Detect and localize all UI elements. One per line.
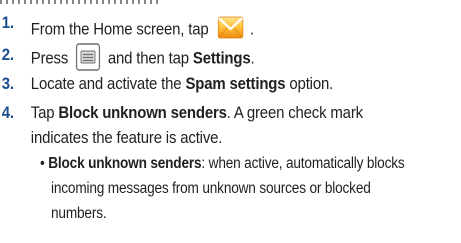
step-text-before: From the Home screen, tap bbox=[30, 19, 209, 39]
step-text-after: . A green check mark bbox=[226, 103, 363, 122]
step-number: 4. bbox=[1, 103, 14, 122]
bullet-item: • Block unknown senders: when active, au… bbox=[40, 155, 405, 173]
step-text-before: Press bbox=[30, 48, 69, 68]
step-text: indicates the feature is active. bbox=[30, 128, 223, 147]
step-text-after: option. bbox=[289, 74, 334, 93]
step-number: 2. bbox=[1, 45, 14, 64]
instruction-page: 1. From the Home screen, tap . 2. Press … bbox=[0, 0, 461, 243]
step-text: Tap Block unknown senders. A green check… bbox=[31, 103, 363, 123]
cropped-text-fragment bbox=[0, 0, 160, 4]
bullet-description: : when active, automatically blocks bbox=[201, 155, 405, 172]
block-unknown-senders-label: Block unknown senders bbox=[58, 103, 227, 122]
messaging-envelope-icon bbox=[216, 10, 246, 44]
cropped-previous-line bbox=[0, 0, 461, 4]
menu-key-icon bbox=[75, 43, 101, 71]
spam-settings-label: Spam settings bbox=[185, 74, 286, 93]
step-text-middle: and then tap bbox=[107, 48, 189, 68]
bullet-term: Block unknown senders bbox=[48, 155, 202, 172]
step-text-before: Locate and activate the bbox=[30, 74, 182, 93]
bullet-continuation: numbers. bbox=[51, 205, 107, 223]
bullet-symbol: • bbox=[40, 155, 45, 172]
step-text-after: . bbox=[249, 19, 254, 39]
step-text-before: Tap bbox=[30, 103, 55, 122]
step-text: Press and then tap Settings. bbox=[30, 43, 255, 73]
bullet-continuation: incoming messages from unknown sources o… bbox=[51, 180, 371, 198]
step-number: 1. bbox=[1, 13, 14, 32]
bullet-description-line3: numbers. bbox=[51, 205, 107, 222]
bullet-description-line2: incoming messages from unknown sources o… bbox=[51, 180, 371, 197]
step-text-after: . bbox=[250, 48, 255, 68]
step-text: From the Home screen, tap . bbox=[31, 13, 254, 47]
settings-label: Settings bbox=[192, 48, 251, 68]
step-number: 3. bbox=[1, 74, 14, 93]
step-text: Locate and activate the Spam settings op… bbox=[31, 74, 333, 94]
